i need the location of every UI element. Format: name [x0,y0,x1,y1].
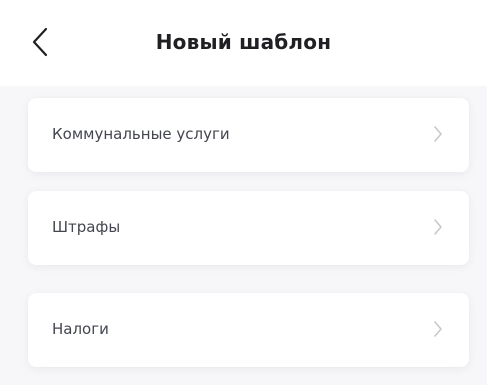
template-item-fines[interactable]: Штрафы [28,191,469,265]
template-item-label: Штрафы [52,218,121,236]
header: Новый шаблон [0,0,487,86]
chevron-right-icon [433,124,443,144]
template-item-taxes[interactable]: Налоги [28,293,469,367]
template-item-utilities[interactable]: Коммунальные услуги [28,98,469,172]
chevron-right-icon [433,217,443,237]
page-title: Новый шаблон [155,30,332,54]
chevron-right-icon [433,319,443,339]
template-item-label: Коммунальные услуги [52,125,230,143]
template-item-label: Налоги [52,320,109,338]
